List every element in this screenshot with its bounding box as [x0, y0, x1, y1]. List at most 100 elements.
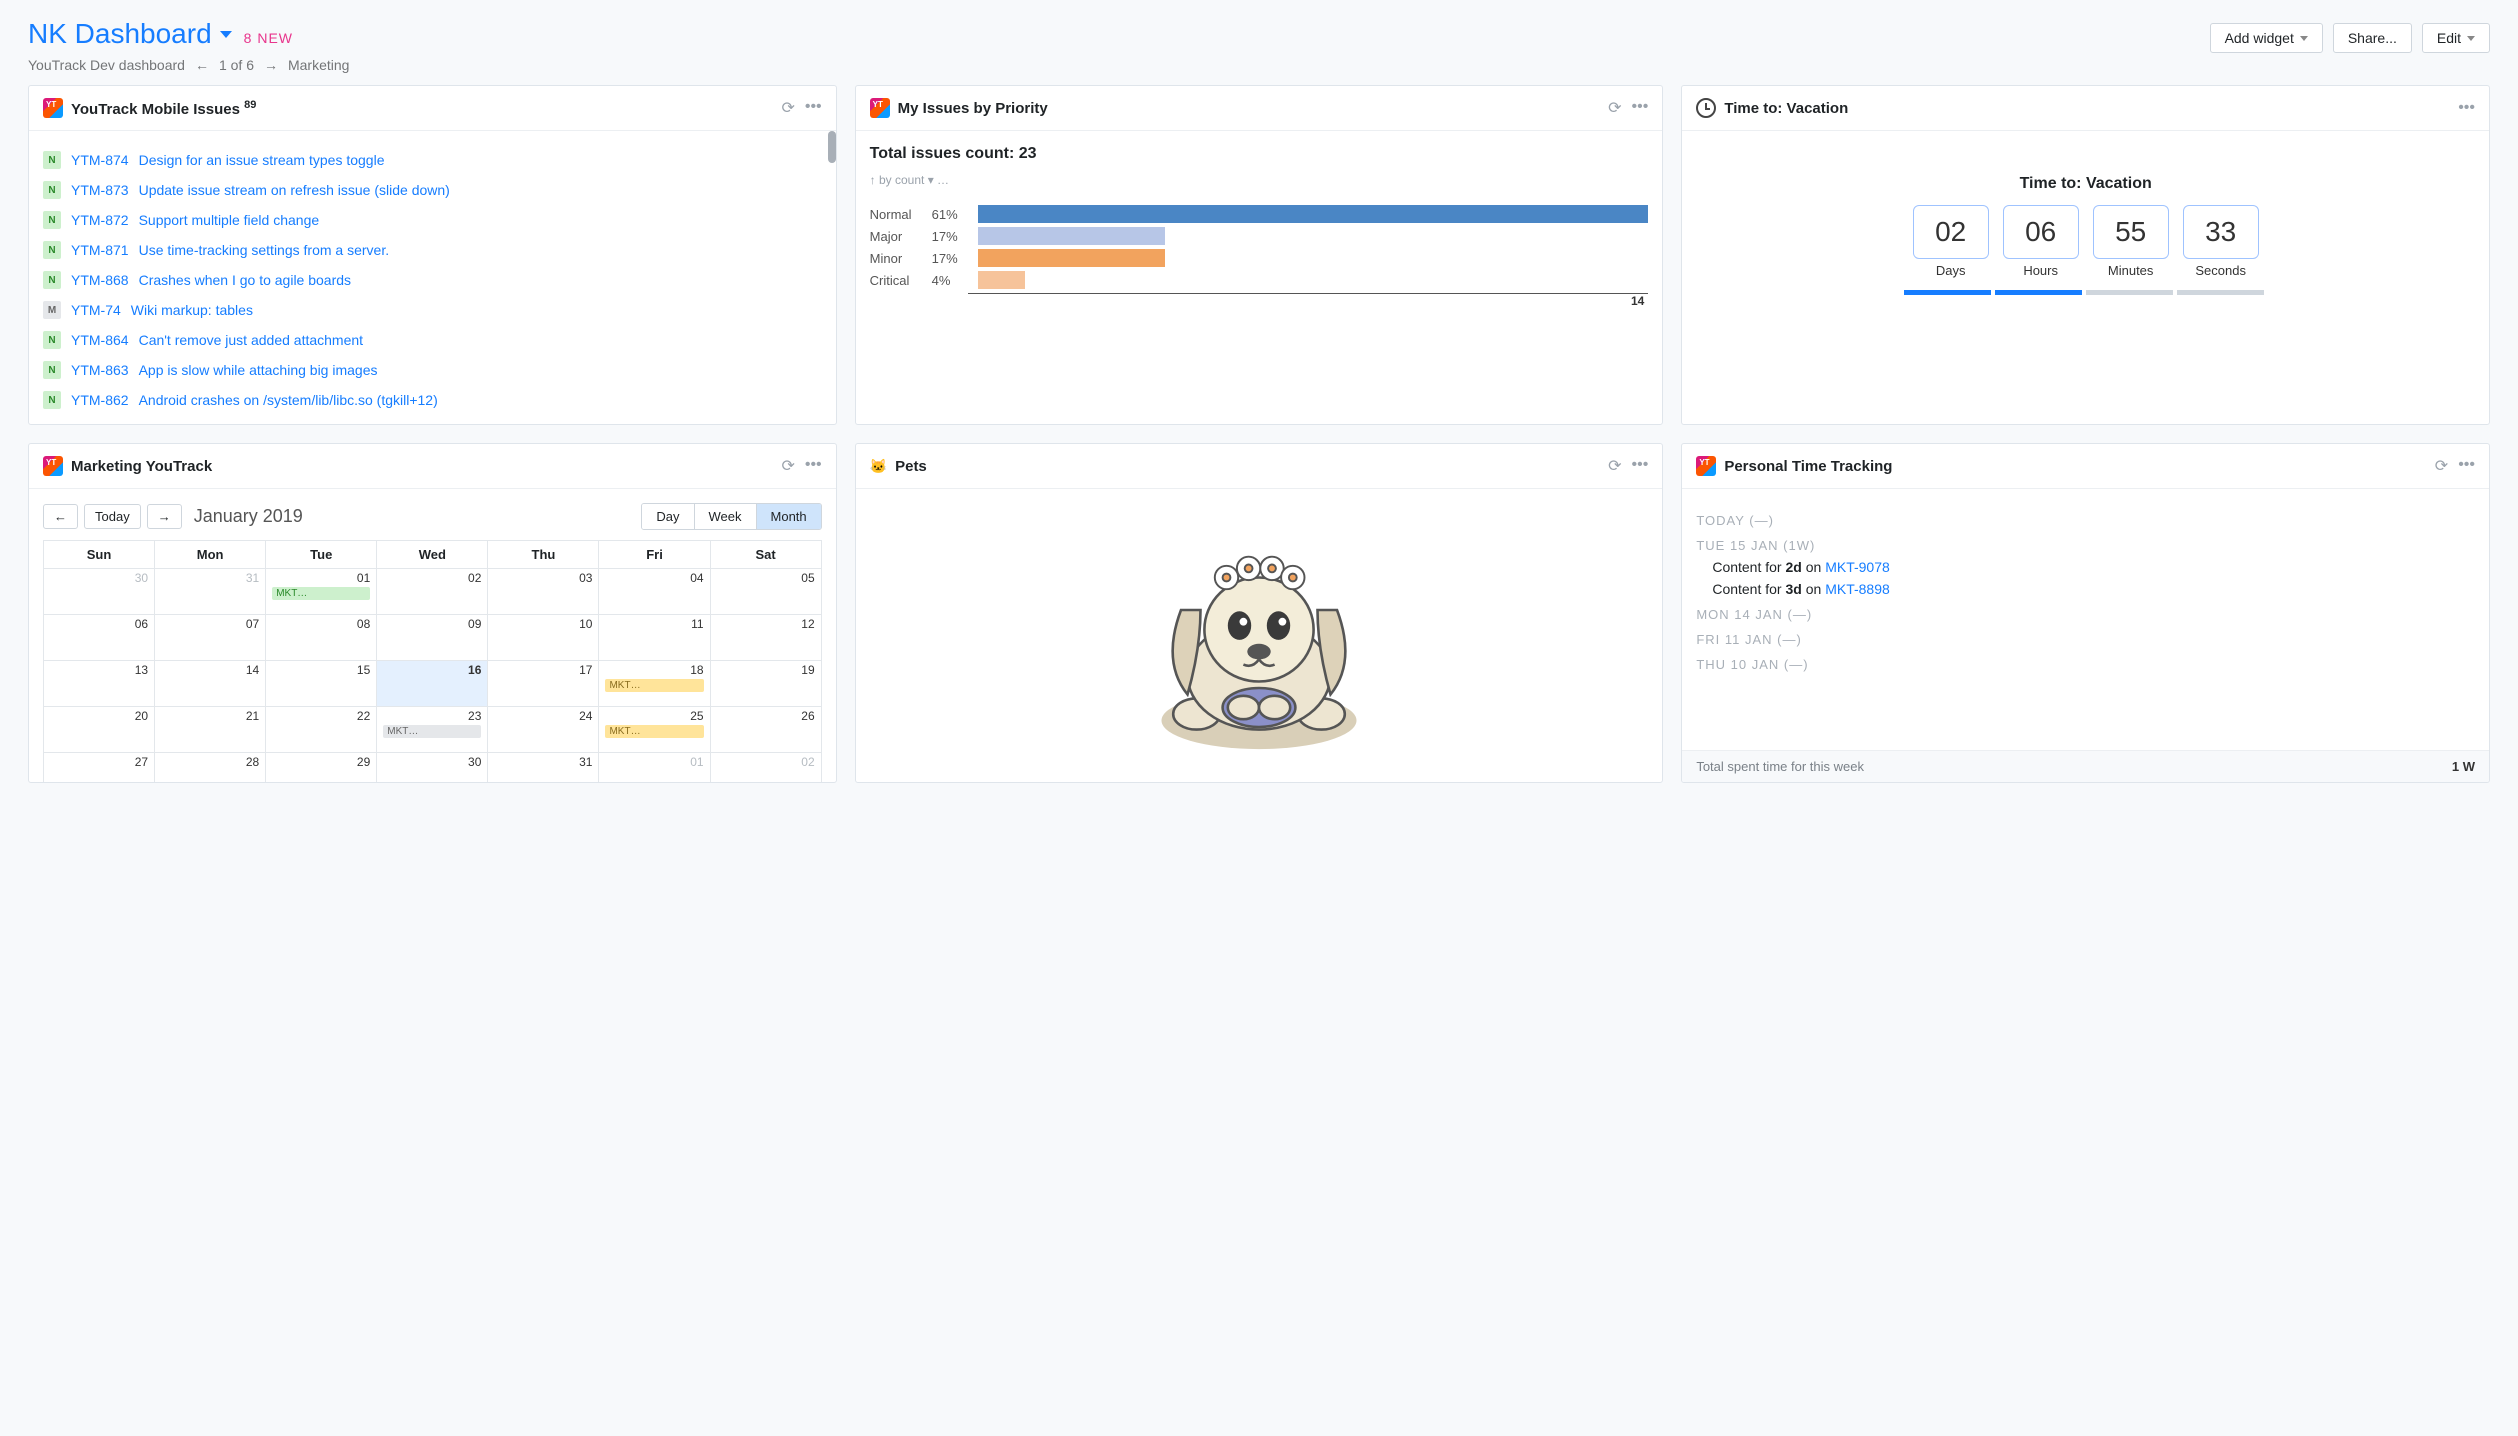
- calendar-cell[interactable]: 13: [44, 661, 155, 707]
- issue-row[interactable]: N YTM-871 Use time-tracking settings fro…: [43, 235, 822, 265]
- chart-axis-max: 14: [968, 293, 1649, 308]
- calendar-cell[interactable]: 15: [266, 661, 377, 707]
- calendar-cell[interactable]: 01MKT…: [266, 569, 377, 615]
- bar-fill: [978, 205, 1649, 223]
- refresh-icon[interactable]: ⟳: [1608, 98, 1621, 118]
- calendar-cell[interactable]: 05: [710, 569, 821, 615]
- calendar-cell[interactable]: 08: [266, 615, 377, 661]
- issue-link[interactable]: MKT-9078: [1825, 559, 1890, 575]
- more-icon[interactable]: •••: [1632, 456, 1649, 476]
- issue-row[interactable]: N YTM-862 Android crashes on /system/lib…: [43, 385, 822, 415]
- calendar-cell[interactable]: 11: [599, 615, 710, 661]
- calendar-cell[interactable]: 02: [710, 753, 821, 783]
- calendar-event[interactable]: MKT…: [383, 725, 481, 738]
- refresh-icon[interactable]: ⟳: [2435, 456, 2448, 476]
- countdown-label: Minutes: [2093, 263, 2169, 278]
- calendar-next-button[interactable]: →: [147, 504, 182, 529]
- countdown-label: Seconds: [2183, 263, 2259, 278]
- issue-row[interactable]: N YTM-868 Crashes when I go to agile boa…: [43, 265, 822, 295]
- countdown-unit: 02Days: [1913, 205, 1989, 278]
- calendar-cell[interactable]: 12: [710, 615, 821, 661]
- widget-title: YouTrack Mobile Issues 89: [71, 99, 256, 118]
- calendar-dow: Thu: [488, 541, 599, 569]
- calendar-cell[interactable]: 26: [710, 707, 821, 753]
- issue-row[interactable]: N YTM-872 Support multiple field change: [43, 205, 822, 235]
- issue-row[interactable]: N YTM-864 Can't remove just added attach…: [43, 325, 822, 355]
- issue-id: YTM-874: [71, 152, 129, 168]
- issue-link[interactable]: MKT-8898: [1825, 581, 1890, 597]
- sort-dropdown[interactable]: ↑ by count ▾ …: [870, 173, 1649, 187]
- calendar-cell[interactable]: 22: [266, 707, 377, 753]
- calendar-cell[interactable]: 16: [377, 661, 488, 707]
- time-tracking-day-header: MON 14 JAN (—): [1696, 607, 2475, 622]
- calendar-event[interactable]: MKT…: [605, 725, 703, 738]
- youtrack-logo-icon: [870, 98, 890, 118]
- dashboard-title-dropdown[interactable]: NK Dashboard: [28, 18, 232, 50]
- more-icon[interactable]: •••: [2458, 99, 2475, 117]
- add-widget-button[interactable]: Add widget: [2210, 23, 2323, 53]
- countdown-unit: 33Seconds: [2183, 205, 2259, 278]
- refresh-icon[interactable]: ⟳: [1608, 456, 1621, 476]
- calendar-prev-button[interactable]: ←: [43, 504, 78, 529]
- puppy-image: [1129, 506, 1389, 766]
- refresh-icon[interactable]: ⟳: [781, 456, 794, 476]
- bar-fill: [978, 249, 1166, 267]
- calendar-cell[interactable]: 29: [266, 753, 377, 783]
- calendar-cell[interactable]: 18MKT…: [599, 661, 710, 707]
- calendar-cell[interactable]: 27: [44, 753, 155, 783]
- calendar-cell[interactable]: 19: [710, 661, 821, 707]
- next-dashboard-button[interactable]: →: [264, 57, 278, 73]
- issue-row[interactable]: M YTM-74 Wiki markup: tables: [43, 295, 822, 325]
- time-tracking-day-header: FRI 11 JAN (—): [1696, 632, 2475, 647]
- calendar-view-week[interactable]: Week: [694, 504, 756, 529]
- chevron-down-icon: [220, 31, 232, 38]
- calendar-cell[interactable]: 21: [155, 707, 266, 753]
- bar-label: Critical: [870, 273, 922, 288]
- calendar-cell[interactable]: 02: [377, 569, 488, 615]
- calendar-cell[interactable]: 14: [155, 661, 266, 707]
- breadcrumb-context: Marketing: [288, 57, 349, 73]
- calendar-today-button[interactable]: Today: [84, 504, 141, 529]
- share-button[interactable]: Share...: [2333, 23, 2412, 53]
- calendar-cell[interactable]: 30: [377, 753, 488, 783]
- prev-dashboard-button[interactable]: ←: [195, 57, 209, 73]
- calendar-view-day[interactable]: Day: [642, 504, 693, 529]
- calendar-cell[interactable]: 06: [44, 615, 155, 661]
- widget-title: Time to: Vacation: [1724, 100, 1848, 117]
- calendar-cell[interactable]: 30: [44, 569, 155, 615]
- calendar-cell[interactable]: 23MKT…: [377, 707, 488, 753]
- more-icon[interactable]: •••: [805, 98, 822, 118]
- chart-bar-row: Normal 61%: [870, 205, 1649, 223]
- calendar-cell[interactable]: 25MKT…: [599, 707, 710, 753]
- breadcrumb: YouTrack Dev dashboard ← 1 of 6 → Market…: [28, 57, 2490, 73]
- calendar-event[interactable]: MKT…: [605, 679, 703, 692]
- edit-button[interactable]: Edit: [2422, 23, 2490, 53]
- bar-percent: 17%: [932, 251, 968, 266]
- issue-row[interactable]: N YTM-874 Design for an issue stream typ…: [43, 145, 822, 175]
- calendar-cell[interactable]: 31: [155, 569, 266, 615]
- calendar-cell[interactable]: 01: [599, 753, 710, 783]
- calendar-cell[interactable]: 20: [44, 707, 155, 753]
- calendar-cell[interactable]: 03: [488, 569, 599, 615]
- calendar-cell[interactable]: 17: [488, 661, 599, 707]
- calendar-cell[interactable]: 09: [377, 615, 488, 661]
- calendar-cell[interactable]: 31: [488, 753, 599, 783]
- calendar-cell[interactable]: 04: [599, 569, 710, 615]
- issue-id: YTM-873: [71, 182, 129, 198]
- scrollbar-thumb[interactable]: [828, 131, 836, 163]
- refresh-icon[interactable]: ⟳: [781, 98, 794, 118]
- chart-total: Total issues count: 23: [870, 145, 1649, 163]
- countdown-label: Hours: [2003, 263, 2079, 278]
- more-icon[interactable]: •••: [2458, 456, 2475, 476]
- more-icon[interactable]: •••: [805, 456, 822, 476]
- calendar-cell[interactable]: 10: [488, 615, 599, 661]
- issue-row[interactable]: N YTM-863 App is slow while attaching bi…: [43, 355, 822, 385]
- calendar-view-month[interactable]: Month: [756, 504, 821, 529]
- issue-row[interactable]: N YTM-873 Update issue stream on refresh…: [43, 175, 822, 205]
- widget-title: Marketing YouTrack: [71, 458, 212, 475]
- calendar-cell[interactable]: 28: [155, 753, 266, 783]
- calendar-event[interactable]: MKT…: [272, 587, 370, 600]
- calendar-cell[interactable]: 07: [155, 615, 266, 661]
- calendar-cell[interactable]: 24: [488, 707, 599, 753]
- more-icon[interactable]: •••: [1632, 98, 1649, 118]
